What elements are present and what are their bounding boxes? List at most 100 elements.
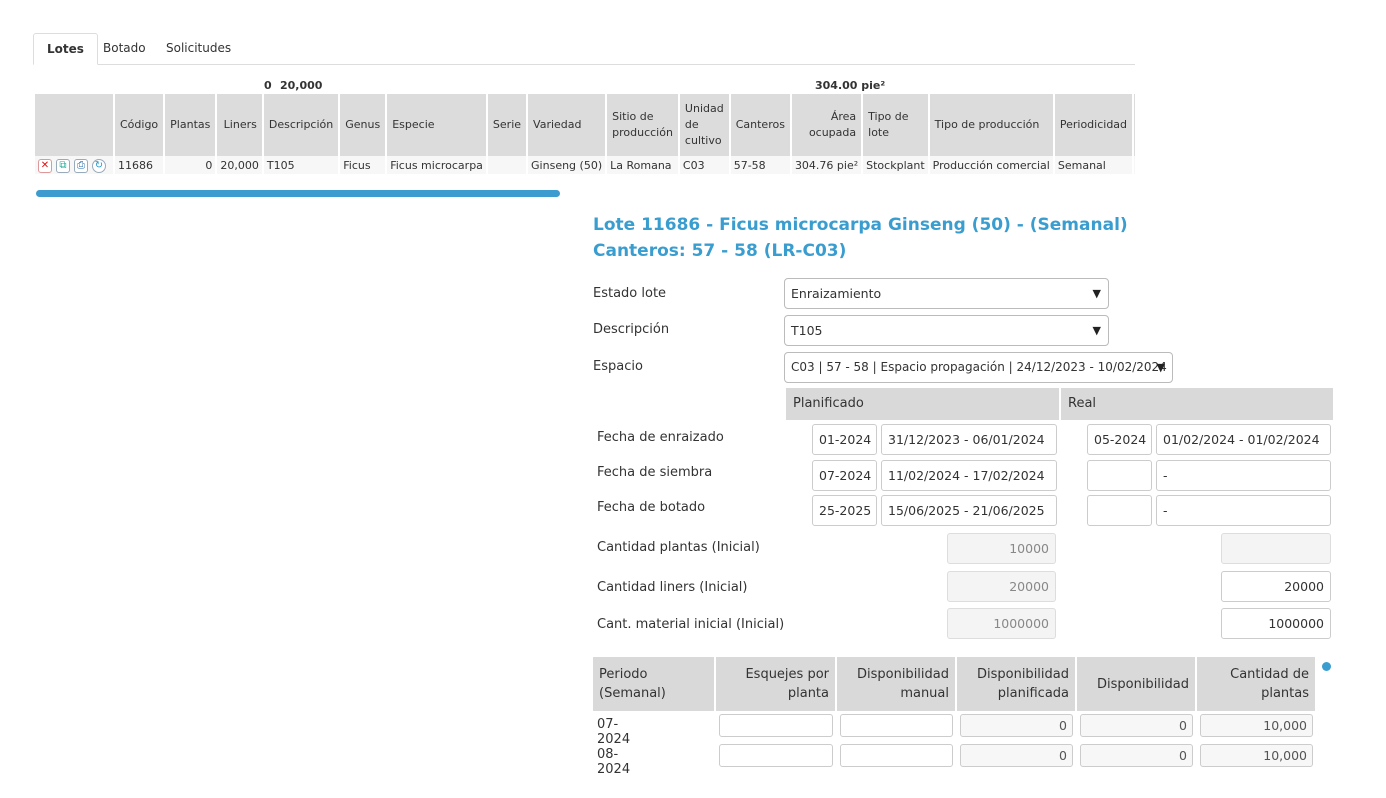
disp-planificada-cell: 0 — [960, 744, 1073, 767]
cell-tipo-lote: Stockplant — [861, 156, 929, 174]
espacio-label: Espacio — [593, 359, 643, 374]
cell-sitio: La Romana — [605, 156, 679, 174]
cell-area: 304.76 pie² — [789, 156, 863, 174]
cell-descripcion: T105 — [261, 156, 340, 174]
cell-canteros: 57-58 — [728, 156, 791, 174]
disp-manual-input[interactable] — [840, 714, 953, 737]
enraizado-plan-range[interactable]: 31/12/2023 - 06/01/2024 — [881, 424, 1057, 455]
col-plantas[interactable]: Plantas — [163, 94, 217, 156]
col-liners[interactable]: Liners — [215, 94, 263, 156]
col-tipo-produccion[interactable]: Tipo de producción — [927, 94, 1054, 156]
row-actions: ✕ ⧉ ⎙ ↻ — [33, 156, 114, 174]
cell-serie — [485, 156, 528, 174]
cell-plantas: 0 — [163, 156, 217, 174]
siembra-real-week[interactable] — [1087, 460, 1152, 491]
disponibilidad-cell: 0 — [1080, 744, 1193, 767]
estado-select[interactable]: Enraizamiento ▼ — [784, 278, 1109, 309]
col-extra[interactable] — [1132, 94, 1135, 156]
esquejes-input[interactable] — [719, 744, 833, 767]
horizontal-scrollbar[interactable] — [36, 190, 560, 197]
cantidad-liners-real[interactable]: 20000 — [1221, 571, 1331, 602]
col-descripcion[interactable]: Descripción — [261, 94, 340, 156]
enraizado-real-week[interactable]: 05-2024 — [1087, 424, 1152, 455]
espacio-select[interactable]: C03 | 57 - 58 | Espacio propagación | 24… — [784, 352, 1173, 383]
col-tipo-lote[interactable]: Tipo de lote — [861, 94, 929, 156]
col-esquejes: Esquejes por planta — [716, 657, 835, 711]
cell-tipo-produccion: Producción comercial — [927, 156, 1054, 174]
cell-especie: Ficus microcarpa — [385, 156, 487, 174]
estado-label: Estado lote — [593, 286, 667, 301]
fecha-siembra-label: Fecha de siembra — [597, 465, 713, 480]
detail-title: Lote 11686 - Ficus microcarpa Ginseng (5… — [593, 215, 1128, 235]
siembra-plan-range[interactable]: 11/02/2024 - 17/02/2024 — [881, 460, 1057, 491]
table-row[interactable]: ✕ ⧉ ⎙ ↻ 11686 0 20,000 T105 Ficus Ficus mic… — [33, 156, 1135, 174]
fecha-botado-label: Fecha de botado — [597, 500, 706, 515]
copy-icon[interactable]: ⧉ — [56, 158, 70, 173]
total-area: 304.00 pie² — [815, 79, 886, 92]
cantidad-plantas-plan: 10000 — [947, 533, 1056, 564]
cell-variedad: Ginseng (50) — [526, 156, 607, 174]
chevron-down-icon: ▼ — [1156, 361, 1165, 374]
cell-genus: Ficus — [338, 156, 387, 174]
cantidad-liners-plan: 20000 — [947, 571, 1056, 602]
descripcion-select[interactable]: T105 ▼ — [784, 315, 1109, 346]
fecha-enraizado-label: Fecha de enraizado — [597, 430, 724, 445]
tab-botado[interactable]: Botado — [90, 33, 159, 65]
lots-table: Código Plantas Liners Descripción Genus … — [33, 94, 1135, 174]
cell-liners: 20,000 — [215, 156, 263, 174]
disp-planificada-cell: 0 — [960, 714, 1073, 737]
chevron-down-icon: ▼ — [1092, 287, 1101, 300]
real-header: Real — [1061, 388, 1333, 420]
enraizado-real-range[interactable]: 01/02/2024 - 01/02/2024 — [1156, 424, 1331, 455]
esquejes-input[interactable] — [719, 714, 833, 737]
col-canteros[interactable]: Canteros — [728, 94, 791, 156]
cant-material-plan: 1000000 — [947, 608, 1056, 639]
col-variedad[interactable]: Variedad — [526, 94, 607, 156]
cell-periodicidad: Semanal — [1052, 156, 1134, 174]
planificado-header: Planificado — [786, 388, 1059, 420]
col-sitio[interactable]: Sitio de producción — [605, 94, 679, 156]
tab-bar: Lotes Botado Solicitudes — [33, 33, 1135, 65]
botado-plan-range[interactable]: 15/06/2025 - 21/06/2025 — [881, 495, 1057, 526]
cantidad-plantas-cell: 10,000 — [1200, 744, 1313, 767]
siembra-plan-week[interactable]: 07-2024 — [812, 460, 877, 491]
botado-real-range[interactable]: - — [1156, 495, 1331, 526]
disponibilidad-cell: 0 — [1080, 714, 1193, 737]
estado-value: Enraizamiento — [791, 286, 882, 301]
botado-plan-week[interactable]: 25-2025 — [812, 495, 877, 526]
col-cantidad-plantas: Cantidad de plantas — [1197, 657, 1315, 711]
cant-material-real[interactable]: 1000000 — [1221, 608, 1331, 639]
cell-unidad: C03 — [677, 156, 730, 174]
siembra-real-range[interactable]: - — [1156, 460, 1331, 491]
delete-icon[interactable]: ✕ — [38, 158, 52, 173]
enraizado-plan-week[interactable]: 01-2024 — [812, 424, 877, 455]
lots-header-row: Código Plantas Liners Descripción Genus … — [33, 94, 1135, 156]
periodo-label: 08-2024 — [597, 747, 631, 777]
col-unidad[interactable]: Unidad de cultivo — [677, 94, 730, 156]
descripcion-label: Descripción — [593, 322, 670, 337]
refresh-icon[interactable]: ↻ — [92, 158, 106, 173]
col-codigo[interactable]: Código — [112, 94, 165, 156]
espacio-value: C03 | 57 - 58 | Espacio propagación | 24… — [791, 360, 1167, 374]
cantidad-liners-label: Cantidad liners (Inicial) — [597, 580, 748, 595]
col-disp-planificada: Disponibilidad planificada — [957, 657, 1075, 711]
cantidad-plantas-cell: 10,000 — [1200, 714, 1313, 737]
cant-material-label: Cant. material inicial (Inicial) — [597, 617, 785, 632]
cell-extra: 0 — [1132, 156, 1135, 174]
cantidad-plantas-label: Cantidad plantas (Inicial) — [597, 540, 760, 555]
disp-manual-input[interactable] — [840, 744, 953, 767]
col-periodicidad[interactable]: Periodicidad — [1052, 94, 1134, 156]
col-area[interactable]: Área ocupada — [789, 94, 863, 156]
col-serie[interactable]: Serie — [485, 94, 528, 156]
col-disp-manual: Disponibilidad manual — [837, 657, 955, 711]
print-icon[interactable]: ⎙ — [74, 158, 88, 173]
tab-lotes[interactable]: Lotes — [33, 33, 98, 65]
col-genus[interactable]: Genus — [338, 94, 387, 156]
tab-solicitudes[interactable]: Solicitudes — [153, 33, 244, 65]
cell-codigo[interactable]: 11686 — [112, 156, 165, 174]
info-dot-icon[interactable] — [1322, 662, 1331, 671]
detail-subtitle: Canteros: 57 - 58 (LR-C03) — [593, 241, 847, 261]
botado-real-week[interactable] — [1087, 495, 1152, 526]
chevron-down-icon: ▼ — [1092, 324, 1101, 337]
col-especie[interactable]: Especie — [385, 94, 487, 156]
